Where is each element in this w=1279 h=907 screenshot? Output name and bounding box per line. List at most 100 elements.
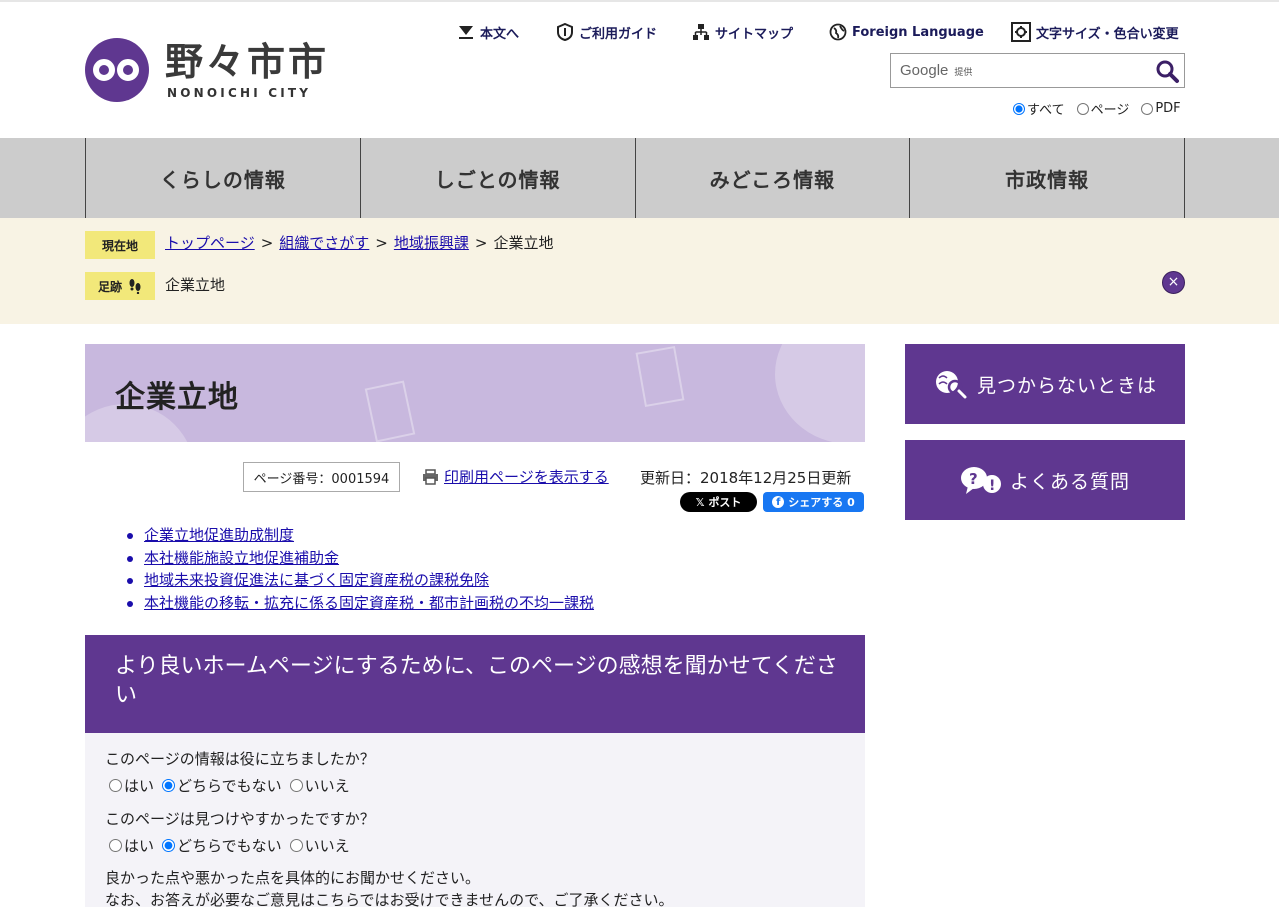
list-item: 企業立地促進助成制度 <box>125 524 594 547</box>
text-size-color-label: 文字サイズ・色合い変更 <box>1036 26 1179 42</box>
printer-icon <box>423 468 438 485</box>
site-search-box: Google 提供 <box>890 53 1185 88</box>
option-label: いいえ <box>304 837 350 855</box>
nav-city-admin-info[interactable]: 市政情報 <box>910 138 1185 218</box>
feedback-header: より良いホームページにするために、このページの感想を聞かせてください <box>85 635 865 733</box>
page-title-banner: 企業立地 <box>85 344 865 442</box>
question-findable: このページは見つけやすかったですか？ <box>105 810 375 828</box>
useful-yes-radio[interactable] <box>109 779 122 792</box>
link-tax-exemption[interactable]: 地域未来投資促進法に基づく固定資産税の課税免除 <box>144 571 489 589</box>
print-page-link[interactable]: 印刷用ページを表示する <box>422 466 609 487</box>
global-nav: くらしの情報 しごとの情報 みどころ情報 市政情報 <box>0 138 1279 218</box>
nav-living-info[interactable]: くらしの情報 <box>86 138 361 218</box>
sitemap-link[interactable]: サイトマップ <box>692 22 793 42</box>
search-button[interactable] <box>1154 58 1180 84</box>
feedback-note-line2: なお、お答えが必要なご意見はこちらではお受けできませんので、ご了承ください。 <box>105 891 674 907</box>
decorative-circle <box>775 344 865 442</box>
findable-yes-option[interactable]: はい <box>109 835 154 856</box>
link-location-subsidy[interactable]: 企業立地促進助成制度 <box>144 526 294 544</box>
facebook-icon: f <box>772 496 785 508</box>
list-item: 本社機能施設立地促進補助金 <box>125 547 594 570</box>
useful-yes-option[interactable]: はい <box>109 775 154 796</box>
print-page-label[interactable]: 印刷用ページを表示する <box>444 466 609 487</box>
scope-pdf-radio[interactable] <box>1141 102 1154 115</box>
search-icon <box>1156 60 1179 83</box>
useful-neutral-radio[interactable] <box>162 779 176 792</box>
findable-yes-radio[interactable] <box>109 839 122 852</box>
findable-options: はい どちらでもない いいえ <box>109 835 350 856</box>
breadcrumb: トップページ > 組織でさがす > 地域振興課 > 企業立地 <box>165 232 553 253</box>
option-label: どちらでもない <box>177 837 282 855</box>
close-footprint-button[interactable]: × <box>1162 271 1185 294</box>
nav-work-info[interactable]: しごとの情報 <box>361 138 636 218</box>
feedback-note-line1: 良かった点や悪かった点を具体的にお聞かせください。 <box>105 869 481 887</box>
useful-no-radio[interactable] <box>289 779 303 792</box>
breadcrumb-separator: > <box>474 234 488 252</box>
skip-to-content-link[interactable]: 本文へ <box>457 22 519 42</box>
link-nonuniform-tax[interactable]: 本社機能の移転・拡充に係る固定資産税・都市計画税の不均一課税 <box>144 594 594 612</box>
findable-no-option[interactable]: いいえ <box>289 835 350 856</box>
scope-page-radio[interactable] <box>1076 102 1089 115</box>
scope-all-option[interactable]: すべて <box>1013 99 1065 118</box>
useful-no-option[interactable]: いいえ <box>289 775 350 796</box>
scope-pdf-label: PDF <box>1155 101 1181 116</box>
facebook-share-label: シェアする 0 <box>788 496 855 509</box>
breadcrumb-top-page[interactable]: トップページ <box>165 234 255 252</box>
logo-english-text: NONOICHI CITY <box>167 86 312 100</box>
updated-date: 更新日：2018年12月25日更新 <box>640 469 852 487</box>
gear-icon <box>1011 22 1031 42</box>
breadcrumb-separator: > <box>260 234 274 252</box>
related-links-list: 企業立地促進助成制度 本社機能施設立地促進補助金 地域未来投資促進法に基づく固定… <box>125 524 594 615</box>
nav-sightseeing-info[interactable]: みどころ情報 <box>636 138 911 218</box>
breadcrumb-regional-promotion[interactable]: 地域振興課 <box>394 234 469 252</box>
page-title: 企業立地 <box>115 380 239 415</box>
foreign-language-label: Foreign Language <box>852 24 984 40</box>
option-label: はい <box>124 837 155 855</box>
page-number: ページ番号：0001594 <box>243 462 400 492</box>
svg-text:?: ? <box>969 470 979 488</box>
feedback-form: このページの情報は役に立ちましたか？ はい どちらでもない いいえ このページは… <box>85 733 865 907</box>
scope-page-option[interactable]: ページ <box>1076 99 1129 118</box>
decorative-mask <box>364 380 416 442</box>
city-emblem-icon <box>85 38 149 102</box>
footprint-item[interactable]: 企業立地 <box>165 274 225 295</box>
not-found-button[interactable]: 見つからないときは <box>905 344 1185 424</box>
faq-button[interactable]: ?! よくある質問 <box>905 440 1185 520</box>
footprint-tag: 足跡 <box>85 272 155 300</box>
faq-icon: ?! <box>960 467 1001 494</box>
breadcrumb-area: 現在地 トップページ > 組織でさがす > 地域振興課 > 企業立地 足跡 企業立地 × <box>0 218 1279 324</box>
usage-guide-link[interactable]: ご利用ガイド <box>556 22 657 42</box>
sitemap-label: サイトマップ <box>715 26 794 42</box>
useful-options: はい どちらでもない いいえ <box>109 775 350 796</box>
option-label: いいえ <box>304 777 350 795</box>
breadcrumb-organization[interactable]: 組織でさがす <box>279 234 369 252</box>
facebook-share-button[interactable]: f シェアする 0 <box>763 492 864 512</box>
useful-neutral-option[interactable]: どちらでもない <box>162 775 282 796</box>
footprint-tag-label: 足跡 <box>97 279 122 294</box>
search-scope-group: すべて ページ PDF <box>1013 99 1181 118</box>
not-found-label: 見つからないときは <box>976 374 1157 397</box>
x-post-button[interactable]: 𝕏 ポスト <box>680 492 757 512</box>
search-input[interactable] <box>892 55 1147 86</box>
logo-japanese-text: 野々市市 <box>165 40 330 84</box>
link-hq-facility-subsidy[interactable]: 本社機能施設立地促進補助金 <box>144 549 339 567</box>
option-label: はい <box>124 777 155 795</box>
findable-neutral-radio[interactable] <box>162 839 176 852</box>
sitemap-icon <box>692 23 710 41</box>
scope-pdf-option[interactable]: PDF <box>1141 99 1181 118</box>
scope-all-radio[interactable] <box>1013 102 1025 115</box>
faq-label: よくある質問 <box>1009 470 1130 493</box>
decorative-mask <box>635 345 685 408</box>
foreign-language-link[interactable]: Foreign Language <box>829 22 984 42</box>
findable-neutral-option[interactable]: どちらでもない <box>162 835 282 856</box>
current-location-tag: 現在地 <box>85 231 155 259</box>
top-border <box>0 0 1279 2</box>
site-logo[interactable]: 野々市市 NONOICHI CITY <box>85 38 335 104</box>
shield-icon <box>556 22 574 42</box>
text-size-color-link[interactable]: 文字サイズ・色合い変更 <box>1011 22 1179 42</box>
list-item: 本社機能の移転・拡充に係る固定資産税・都市計画税の不均一課税 <box>125 592 594 615</box>
feedback-note: 良かった点や悪かった点を具体的にお聞かせください。 なお、お答えが必要なご意見は… <box>105 867 674 907</box>
findable-no-radio[interactable] <box>289 839 303 852</box>
search-help-icon <box>935 371 967 399</box>
x-logo-icon: 𝕏 <box>695 495 705 509</box>
